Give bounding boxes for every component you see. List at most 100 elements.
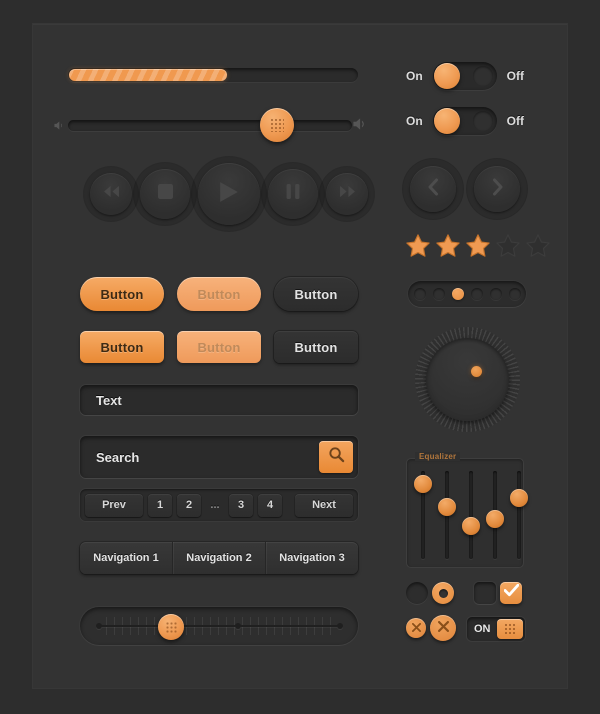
button-dark-rect[interactable]: Button (274, 331, 358, 363)
button-label: Button (294, 286, 338, 302)
equalizer-band-1-knob[interactable] (414, 475, 432, 493)
toggle-off-label: Off (506, 69, 524, 83)
rewind-button[interactable] (90, 173, 132, 215)
nav-item-label: Navigation 1 (93, 552, 159, 564)
pagination-ellipsis: ... (206, 494, 224, 517)
dot-indicator-1[interactable] (413, 288, 426, 300)
equalizer-band-4-knob[interactable] (486, 510, 504, 528)
pagination-page-4[interactable]: 4 (258, 493, 282, 517)
ruler-line (98, 625, 340, 627)
toggle-switch-1[interactable]: On Off (406, 62, 524, 90)
ruler-stop-3 (337, 623, 343, 629)
pagination-page-label: 1 (156, 499, 164, 511)
dot-indicator-5[interactable] (489, 288, 502, 300)
stop-button[interactable] (140, 169, 190, 219)
speaker-high-icon (350, 115, 368, 133)
equalizer-band-5[interactable] (510, 471, 528, 559)
pagination-page-label: 2 (185, 499, 193, 511)
close-button-small[interactable] (406, 618, 426, 638)
ruler-slider-knob[interactable] (158, 614, 184, 640)
rewind-icon (103, 185, 120, 203)
equalizer-band-3[interactable] (462, 471, 480, 559)
equalizer-band-1[interactable] (414, 471, 432, 559)
toggle-knob[interactable] (433, 108, 460, 134)
toggle-on-label: On (406, 114, 423, 128)
ruler-stop-2 (235, 623, 241, 629)
fast-forward-icon (339, 185, 356, 203)
toggle-off-label: Off (506, 114, 524, 128)
button-dark-pill[interactable]: Button (274, 277, 358, 311)
pagination-page-1[interactable]: 1 (148, 493, 172, 517)
pagination-next[interactable]: Next (295, 493, 353, 517)
star-icon-empty-4[interactable] (494, 232, 522, 260)
button-label: Button (100, 339, 144, 355)
dot-indicator-3-active[interactable] (451, 288, 464, 300)
button-primary-pill[interactable]: Button (80, 277, 164, 311)
equalizer-band-5-knob[interactable] (510, 489, 528, 507)
previous-arrow-button[interactable] (410, 166, 456, 212)
checkbox-unchecked[interactable] (474, 582, 496, 604)
button-disabled-rect[interactable]: Button (177, 331, 261, 363)
next-arrow-button[interactable] (474, 166, 520, 212)
pagination-page-label: 4 (266, 499, 274, 511)
toggle-track[interactable] (432, 107, 497, 135)
star-icon-empty-5[interactable] (524, 232, 552, 260)
equalizer-band-2-knob[interactable] (438, 498, 456, 516)
volume-slider-knob[interactable] (260, 108, 294, 142)
rotary-knob-indicator (471, 366, 482, 377)
toggle-switch-2[interactable]: On Off (406, 107, 524, 135)
star-icon-filled-1[interactable] (404, 232, 432, 260)
pagination-page-2[interactable]: 2 (177, 493, 201, 517)
ruler-slider[interactable] (80, 607, 358, 645)
dot-indicator-2[interactable] (432, 288, 445, 300)
star-rating[interactable] (404, 232, 552, 260)
pagination-page-3[interactable]: 3 (229, 493, 253, 517)
rotary-knob-body[interactable] (426, 338, 509, 421)
button-label: Button (197, 339, 241, 355)
checkbox-checked[interactable] (500, 582, 522, 604)
pagination-prev[interactable]: Prev (85, 493, 143, 517)
rotary-knob-face (432, 344, 503, 415)
search-button[interactable] (319, 441, 353, 473)
button-label: Button (294, 339, 338, 355)
on-switch-handle[interactable] (497, 619, 523, 639)
dot-indicator-4[interactable] (470, 288, 483, 300)
fast-forward-button[interactable] (326, 173, 368, 215)
volume-slider[interactable] (52, 108, 368, 142)
pagination-page-label: 3 (237, 499, 245, 511)
button-disabled-pill[interactable]: Button (177, 277, 261, 311)
pause-button[interactable] (268, 169, 318, 219)
radio-unchecked[interactable] (406, 582, 428, 604)
nav-item-2[interactable]: Navigation 2 (173, 542, 266, 574)
button-primary-rect[interactable]: Button (80, 331, 164, 363)
grip-icon (504, 623, 516, 635)
progress-bar[interactable] (68, 68, 358, 82)
pagination-next-label: Next (312, 499, 336, 511)
toggle-track[interactable] (432, 62, 497, 90)
search-icon (328, 446, 345, 468)
nav-item-3[interactable]: Navigation 3 (266, 542, 358, 574)
close-button-large[interactable] (430, 615, 456, 641)
radio-checked[interactable] (432, 582, 454, 604)
rotary-knob[interactable] (415, 327, 520, 432)
dot-indicator-6[interactable] (508, 288, 521, 300)
text-input-value: Text (96, 392, 122, 408)
nav-item-1[interactable]: Navigation 1 (80, 542, 173, 574)
on-switch[interactable]: ON (467, 617, 525, 641)
navigation-bar: Navigation 1 Navigation 2 Navigation 3 (80, 542, 358, 574)
equalizer-band-2[interactable] (438, 471, 456, 559)
star-icon-filled-2[interactable] (434, 232, 462, 260)
text-input[interactable]: Text (80, 385, 358, 415)
star-icon-filled-3[interactable] (464, 232, 492, 260)
equalizer-panel: Equalizer (406, 452, 528, 568)
pagination-prev-label: Prev (102, 499, 126, 511)
play-button[interactable] (198, 163, 260, 225)
toggle-knob[interactable] (433, 63, 460, 89)
pagination-ellipsis-label: ... (210, 499, 220, 511)
volume-slider-track (68, 120, 352, 131)
equalizer-band-4[interactable] (486, 471, 504, 559)
equalizer-legend: Equalizer (415, 452, 461, 461)
search-input[interactable]: Search (80, 436, 358, 478)
equalizer-band-3-knob[interactable] (462, 517, 480, 535)
dots-pager (408, 281, 526, 307)
